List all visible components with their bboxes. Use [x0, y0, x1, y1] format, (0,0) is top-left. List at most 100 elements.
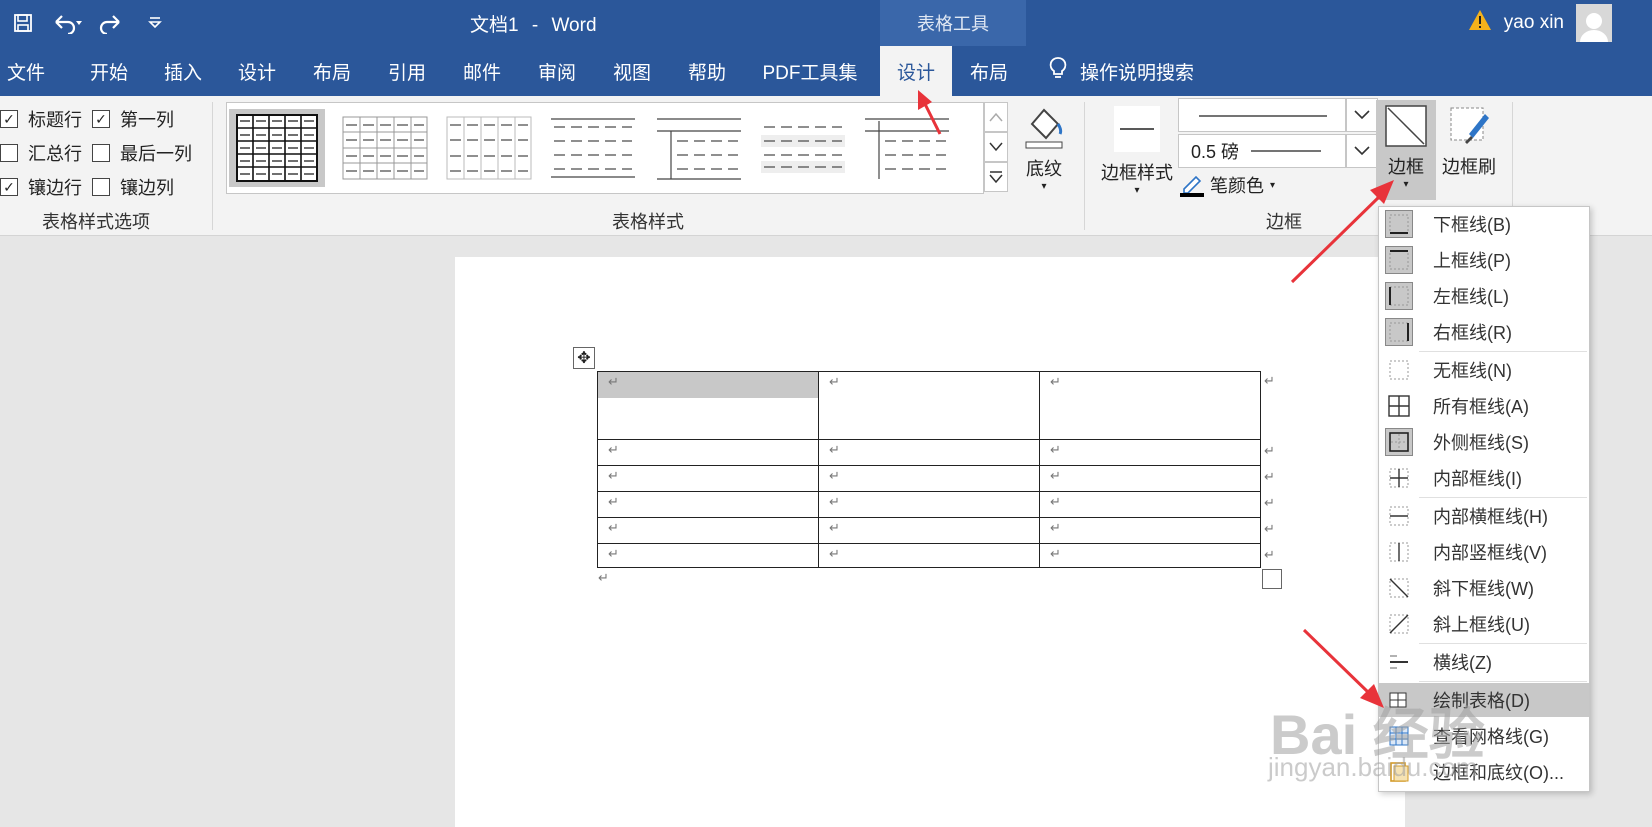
tab-file[interactable]: 文件 [0, 46, 52, 96]
border-styles-button[interactable]: 边框样式 ▾ [1096, 104, 1178, 196]
table-cell[interactable]: ↵ [597, 465, 819, 492]
tab-pdf-tools[interactable]: PDF工具集 [750, 46, 870, 96]
table-cell[interactable]: ↵ [818, 371, 1040, 440]
menu-item-diagonal-down[interactable]: 斜下框线(W) [1379, 571, 1589, 605]
table-cell[interactable]: ↵ [1039, 517, 1261, 544]
border-painter-button[interactable]: 边框刷 [1438, 104, 1500, 179]
option-banded-rows[interactable]: ✓ 镶边行 [0, 174, 82, 200]
table-resize-handle[interactable] [1262, 569, 1282, 589]
menu-item-all-borders[interactable]: 所有框线(A) [1379, 389, 1589, 423]
avatar[interactable] [1576, 4, 1612, 42]
tab-table-layout[interactable]: 布局 [952, 46, 1026, 96]
document-name: 文档1 [470, 15, 519, 36]
tab-mailings[interactable]: 邮件 [447, 46, 517, 96]
line-weight-select[interactable]: 0.5 磅 [1178, 134, 1346, 168]
document-table[interactable]: ↵ ↵ ↵ ↵ ↵ ↵ ↵ ↵ ↵ ↵ ↵ ↵ ↵ ↵ ↵ ↵ ↵ ↵ [597, 371, 1261, 568]
menu-item-inside-horizontal[interactable]: 内部横框线(H) [1379, 499, 1589, 533]
gallery-more[interactable] [984, 162, 1008, 192]
tab-layout[interactable]: 布局 [297, 46, 367, 96]
tab-insert[interactable]: 插入 [148, 46, 218, 96]
table-cell[interactable]: ↵ [597, 439, 819, 466]
option-banded-columns[interactable]: 镶边列 [92, 174, 174, 200]
total-row-checkbox[interactable] [0, 144, 18, 162]
menu-separator [1419, 351, 1587, 352]
option-header-row[interactable]: ✓ 标题行 [0, 106, 82, 132]
table-cell[interactable]: ↵ [1039, 465, 1261, 492]
table-style-light-grid-2[interactable] [441, 109, 537, 187]
tab-design[interactable]: 设计 [222, 46, 292, 96]
tab-home[interactable]: 开始 [74, 46, 144, 96]
table-cell[interactable]: ↵ [1039, 543, 1261, 568]
option-first-column[interactable]: ✓ 第一列 [92, 106, 174, 132]
menu-item-left-border[interactable]: 左框线(L) [1379, 279, 1589, 313]
table-cell[interactable]: ↵ [597, 517, 819, 544]
save-icon[interactable] [8, 8, 38, 38]
table-cell[interactable]: ↵ [818, 491, 1040, 518]
header-row-checkbox[interactable]: ✓ [0, 110, 18, 128]
gallery-scroll-up[interactable] [984, 102, 1008, 132]
customize-qat-icon[interactable] [140, 8, 170, 38]
tab-help[interactable]: 帮助 [672, 46, 742, 96]
tab-view[interactable]: 视图 [597, 46, 667, 96]
line-style-select[interactable] [1178, 98, 1346, 132]
banded-columns-checkbox[interactable] [92, 178, 110, 196]
menu-item-bottom-border[interactable]: 下框线(B) [1379, 207, 1589, 241]
last-column-label: 最后一列 [120, 144, 192, 164]
undo-icon[interactable] [52, 8, 82, 38]
table-cell[interactable]: ↵ [597, 371, 819, 440]
tab-review[interactable]: 审阅 [522, 46, 592, 96]
pen-color-chevron-icon: ▾ [1270, 179, 1276, 191]
line-weight-dropdown[interactable] [1346, 134, 1378, 168]
pen-color-button[interactable]: 笔颜色 ▾ [1180, 172, 1275, 198]
menu-item-borders-and-shading[interactable]: 边框和底纹(O)... [1379, 755, 1589, 789]
redo-icon[interactable] [96, 8, 126, 38]
borders-button[interactable]: 边框 ▾ [1376, 100, 1436, 200]
menu-item-outside-borders[interactable]: 外侧框线(S) [1379, 425, 1589, 459]
menu-item-no-border[interactable]: 无框线(N) [1379, 353, 1589, 387]
table-cell[interactable]: ↵ [818, 439, 1040, 466]
tell-me-search[interactable]: 操作说明搜索 [1048, 46, 1194, 96]
menu-item-horizontal-line[interactable]: 横线(Z) [1379, 645, 1589, 679]
first-column-checkbox[interactable]: ✓ [92, 110, 110, 128]
menu-item-label: 无框线(N) [1433, 361, 1512, 381]
user-account[interactable]: yao xin [1468, 4, 1612, 42]
table-style-first-column[interactable] [651, 109, 747, 187]
menu-separator [1419, 497, 1587, 498]
table-cell[interactable]: ↵ [818, 543, 1040, 568]
shading-chevron-icon: ▾ [1041, 181, 1047, 192]
shading-button[interactable]: 底纹 ▾ [1012, 104, 1076, 192]
gallery-scroll-down[interactable] [984, 132, 1008, 162]
menu-item-top-border[interactable]: 上框线(P) [1379, 243, 1589, 277]
table-style-light-grid[interactable] [337, 109, 433, 187]
tab-table-design[interactable]: 设计 [880, 46, 952, 96]
banded-rows-checkbox[interactable]: ✓ [0, 178, 18, 196]
table-cell[interactable]: ↵ [1039, 371, 1261, 440]
menu-item-inside-vertical[interactable]: 内部竖框线(V) [1379, 535, 1589, 569]
menu-item-view-gridlines[interactable]: 查看网格线(G) [1379, 719, 1589, 753]
table-cell[interactable]: ↵ [597, 543, 819, 568]
line-style-dropdown[interactable] [1346, 98, 1378, 132]
left-border-icon [1385, 282, 1413, 310]
table-style-grid[interactable] [229, 109, 325, 187]
style-options-group-label: 表格样式选项 [42, 212, 150, 232]
option-last-column[interactable]: 最后一列 [92, 140, 192, 166]
table-move-handle-icon[interactable]: ✥ [573, 347, 595, 369]
table-cell[interactable]: ↵ [1039, 491, 1261, 518]
table-cell[interactable]: ↵ [1039, 439, 1261, 466]
menu-item-right-border[interactable]: 右框线(R) [1379, 315, 1589, 349]
table-style-plain[interactable] [545, 109, 641, 187]
tab-references[interactable]: 引用 [372, 46, 442, 96]
table-style-first-column-2[interactable] [859, 109, 955, 187]
menu-item-inside-borders[interactable]: 内部框线(I) [1379, 461, 1589, 495]
first-column-label: 第一列 [120, 110, 174, 130]
table-cell[interactable]: ↵ [818, 465, 1040, 492]
inside-borders-icon [1385, 464, 1413, 492]
menu-item-diagonal-up[interactable]: 斜上框线(U) [1379, 607, 1589, 641]
table-cell[interactable]: ↵ [818, 517, 1040, 544]
menu-item-draw-table[interactable]: 绘制表格(D) [1379, 683, 1589, 717]
table-style-banded[interactable] [755, 109, 851, 187]
last-column-checkbox[interactable] [92, 144, 110, 162]
option-total-row[interactable]: 汇总行 [0, 140, 82, 166]
menu-item-label: 斜下框线(W) [1433, 579, 1534, 599]
table-cell[interactable]: ↵ [597, 491, 819, 518]
